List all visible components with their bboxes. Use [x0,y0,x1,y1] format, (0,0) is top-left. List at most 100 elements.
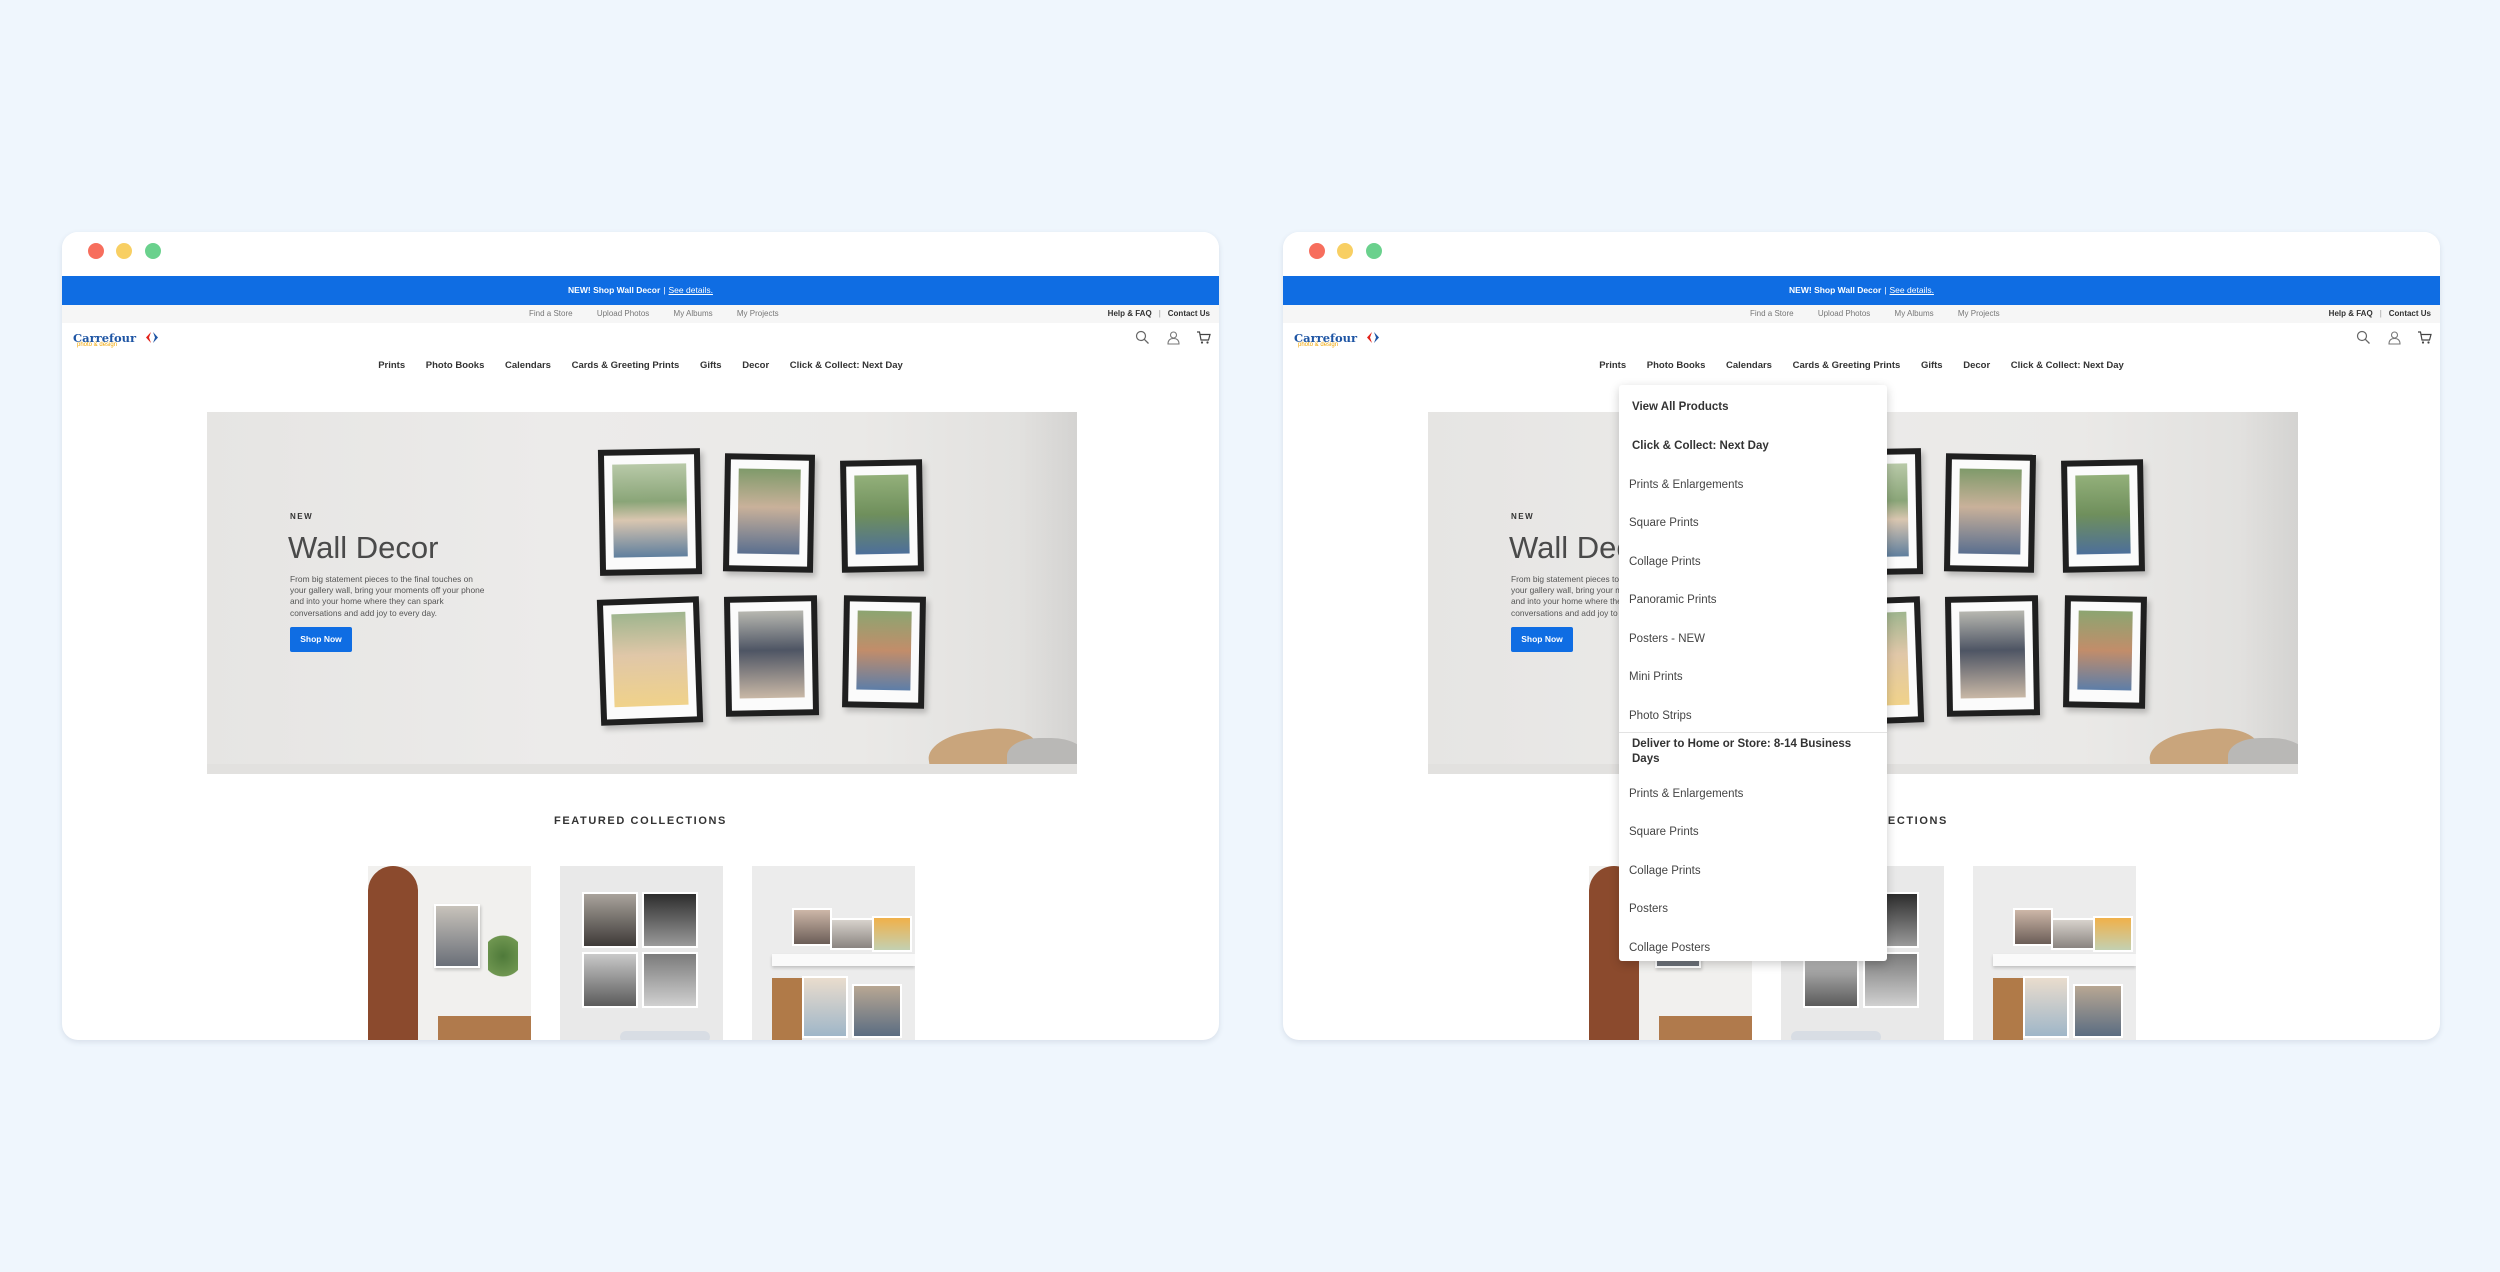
header-icons [2345,330,2432,350]
help-faq-link[interactable]: Help & FAQ [2329,309,2373,318]
collection-tile[interactable] [752,866,915,1040]
dropdown-item[interactable]: Square Prints [1629,517,1877,529]
dropdown-view-all[interactable]: View All Products [1632,401,1877,413]
minimize-window-button[interactable] [1337,243,1353,259]
promo-text: NEW! Shop Wall Decor [1789,285,1882,295]
nav-click-collect[interactable]: Click & Collect: Next Day [2011,360,2124,371]
user-icon[interactable] [1166,330,1181,345]
dropdown-item[interactable]: Panoramic Prints [1629,594,1877,606]
find-store-link[interactable]: Find a Store [529,309,573,318]
main-navigation: Prints Photo Books Calendars Cards & Gre… [62,360,1219,371]
upload-photos-link[interactable]: Upload Photos [1818,309,1870,318]
promo-details-link[interactable]: See details. [1890,285,1934,295]
brand-subtitle: photo & design [77,342,118,348]
dropdown-section-click-collect: Click & Collect: Next Day [1632,440,1769,452]
nav-cards[interactable]: Cards & Greeting Prints [572,360,680,371]
dropdown-item[interactable]: Collage Prints [1629,865,1877,877]
utility-separator: | [1158,309,1161,318]
shop-now-button[interactable]: Shop Now [1511,627,1573,652]
contact-us-link[interactable]: Contact Us [2389,309,2431,318]
nav-photo-books[interactable]: Photo Books [426,360,485,371]
dropdown-item[interactable]: Square Prints [1629,826,1877,838]
user-icon[interactable] [2387,330,2402,345]
nav-calendars[interactable]: Calendars [505,360,551,371]
dropdown-item[interactable]: Prints & Enlargements [1629,788,1877,800]
framed-photo [596,596,704,726]
framed-photo [722,453,816,573]
dropdown-item[interactable]: Collage Posters [1629,942,1877,954]
framed-photo [1943,453,2037,573]
my-albums-link[interactable]: My Albums [1895,309,1934,318]
my-projects-link[interactable]: My Projects [737,309,779,318]
promo-separator: | [1884,285,1887,295]
utility-bar: Find a Store Upload Photos My Albums My … [1283,305,2440,323]
close-window-button[interactable] [88,243,104,259]
nav-photo-books[interactable]: Photo Books [1647,360,1706,371]
dropdown-item[interactable]: Photo Strips [1629,710,1877,722]
framed-photo [840,459,924,573]
promo-banner: NEW! Shop Wall Decor | See details. [1283,276,2440,305]
nav-gifts[interactable]: Gifts [700,360,722,371]
framed-photo [597,448,703,576]
dropdown-divider [1619,732,1887,733]
dropdown-item[interactable]: Mini Prints [1629,671,1877,683]
minimize-window-button[interactable] [116,243,132,259]
window-titlebar [62,232,1219,276]
promo-separator: | [663,285,666,295]
dropdown-item[interactable]: Posters [1629,903,1877,915]
nav-prints[interactable]: Prints [1599,360,1626,371]
nav-gifts[interactable]: Gifts [1921,360,1943,371]
brand-logo[interactable]: Carrefour photo & design [73,329,160,348]
shop-now-button[interactable]: Shop Now [290,627,352,652]
my-projects-link[interactable]: My Projects [1958,309,2000,318]
framed-photo [842,595,926,709]
framed-photo [2061,459,2145,573]
nav-decor[interactable]: Decor [1963,360,1990,371]
maximize-window-button[interactable] [1366,243,1382,259]
hero-title: Wall Decor [288,530,439,565]
carrefour-logo-icon [144,331,160,344]
window-titlebar [1283,232,2440,276]
upload-photos-link[interactable]: Upload Photos [597,309,649,318]
promo-banner: NEW! Shop Wall Decor | See details. [62,276,1219,305]
cart-icon[interactable] [2417,330,2432,345]
nav-calendars[interactable]: Calendars [1726,360,1772,371]
dropdown-item[interactable]: Posters - NEW [1629,633,1877,645]
collection-tile[interactable] [368,866,531,1040]
nav-prints[interactable]: Prints [378,360,405,371]
contact-us-link[interactable]: Contact Us [1168,309,1210,318]
featured-collections-title: FEATURED COLLECTIONS [554,815,727,827]
framed-photo [723,595,820,717]
header-icons [1124,330,1211,350]
dropdown-section-deliver: Deliver to Home or Store: 8-14 Business … [1632,738,1852,765]
collection-tile[interactable] [560,866,723,1040]
my-albums-link[interactable]: My Albums [674,309,713,318]
close-window-button[interactable] [1309,243,1325,259]
dropdown-item[interactable]: Prints & Enlargements [1629,479,1877,491]
promo-details-link[interactable]: See details. [669,285,713,295]
cart-icon[interactable] [1196,330,1211,345]
help-faq-link[interactable]: Help & FAQ [1108,309,1152,318]
nav-cards[interactable]: Cards & Greeting Prints [1793,360,1901,371]
prints-dropdown-menu: View All Products Click & Collect: Next … [1619,385,1887,961]
search-icon[interactable] [1135,330,1150,345]
dropdown-item[interactable]: Collage Prints [1629,556,1877,568]
utility-bar: Find a Store Upload Photos My Albums My … [62,305,1219,323]
nav-click-collect[interactable]: Click & Collect: Next Day [790,360,903,371]
browser-window-right: NEW! Shop Wall Decor | See details. Find a… [1283,232,2440,1040]
promo-text: NEW! Shop Wall Decor [568,285,661,295]
hero-eyebrow: NEW [1511,512,1535,521]
brand-logo[interactable]: Carrefour photo & design [1294,329,1381,348]
collection-tile[interactable] [1973,866,2136,1040]
brand-subtitle: photo & design [1298,342,1339,348]
carrefour-logo-icon [1365,331,1381,344]
utility-separator: | [2379,309,2382,318]
maximize-window-button[interactable] [145,243,161,259]
framed-photo [2063,595,2147,709]
hero-banner: NEW Wall Decor From big statement pieces… [207,412,1077,774]
main-navigation: Prints Photo Books Calendars Cards & Gre… [1283,360,2440,371]
nav-decor[interactable]: Decor [742,360,769,371]
search-icon[interactable] [2356,330,2371,345]
browser-window-left: NEW! Shop Wall Decor | See details. Find a… [62,232,1219,1040]
find-store-link[interactable]: Find a Store [1750,309,1794,318]
